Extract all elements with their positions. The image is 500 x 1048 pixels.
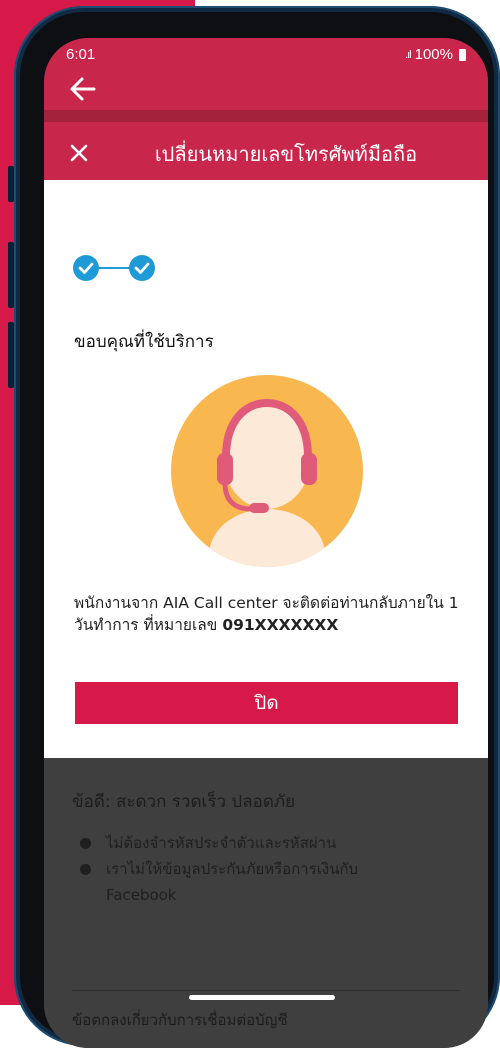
- phone-screen: 6:01 .ıl 100% เปลี่ยนหมายเลขโทรศัพท์มือถ…: [44, 38, 488, 1048]
- status-indicators: .ıl 100%: [405, 46, 466, 63]
- list-item: เราไม่ให้ข้อมูลประกันภัยหรือการเงินกับ F…: [74, 856, 406, 908]
- phone-side-button: [8, 242, 14, 308]
- battery-icon: [459, 48, 466, 61]
- phone-side-button: [8, 166, 14, 202]
- sheet-header: เปลี่ยนหมายเลขโทรศัพท์มือถือ: [44, 122, 488, 180]
- benefits-title: ข้อดี: สะดวก รวดเร็ว ปลอดภัย: [72, 792, 296, 812]
- masked-phone-number: 091XXXXXXX: [222, 616, 339, 634]
- app-bar: [44, 68, 488, 110]
- step-complete-check-icon: [129, 255, 155, 281]
- battery-percent: 100%: [414, 46, 453, 63]
- close-button[interactable]: ปิด: [75, 682, 458, 724]
- step-complete-check-icon: [73, 255, 99, 281]
- home-indicator[interactable]: [189, 995, 335, 1000]
- back-arrow-icon[interactable]: [68, 74, 98, 104]
- close-icon[interactable]: [70, 144, 88, 162]
- divider: [72, 990, 460, 991]
- status-bar: 6:01 .ıl 100%: [44, 38, 488, 68]
- call-center-agent-illustration: [171, 375, 363, 567]
- progress-steps: [73, 255, 155, 281]
- signal-icon: .ıl: [405, 48, 411, 61]
- list-item: ไม่ต้องจำรหัสประจำตัวและรหัสผ่าน: [74, 830, 406, 856]
- status-time: 6:01: [66, 46, 96, 63]
- phone-side-button: [8, 322, 14, 388]
- sheet-body: ขอบคุณที่ใช้บริการ พนักงานจาก AIA Call c…: [44, 180, 488, 758]
- benefits-list: ไม่ต้องจำรหัสประจำตัวและรหัสผ่าน เราไม่ใ…: [74, 830, 406, 908]
- thank-you-heading: ขอบคุณที่ใช้บริการ: [74, 332, 214, 352]
- sheet-title: เปลี่ยนหมายเลขโทรศัพท์มือถือ: [154, 142, 418, 166]
- confirmation-message: พนักงานจาก AIA Call center จะติดต่อท่านก…: [74, 592, 464, 636]
- partial-text: ข้อตกลงเกี่ยวกับการเชื่อมต่อบัญชี: [72, 1011, 288, 1029]
- phone-frame: 6:01 .ıl 100% เปลี่ยนหมายเลขโทรศัพท์มือถ…: [8, 6, 500, 1048]
- overlay-scrim-top: [44, 110, 488, 122]
